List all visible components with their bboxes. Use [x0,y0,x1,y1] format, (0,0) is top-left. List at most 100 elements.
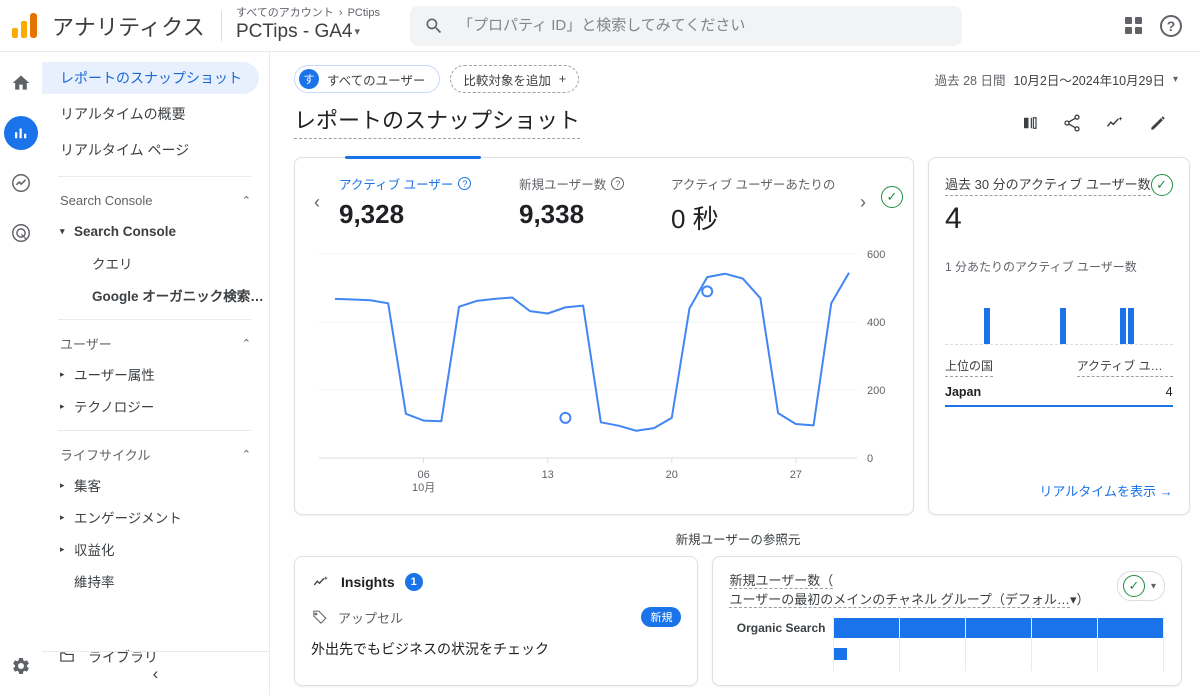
sidebar-item-reports-snapshot[interactable]: レポートのスナップショット [42,62,259,94]
metrics-next-button[interactable]: › [851,174,875,213]
svg-text:20: 20 [666,469,678,481]
date-range-selector[interactable]: 過去 28 日間 10月2日〜2024年10月29日 ▾ [935,70,1182,89]
realtime-bar-slot [1013,281,1021,344]
search-input[interactable] [457,17,948,34]
edit-icon [1151,115,1165,130]
sidebar-item-engagement[interactable]: ▸ エンゲージメント [42,501,269,533]
source-card-title[interactable]: 新規ユーザー数（ ユーザーの最初のメインのチャネル グループ（デフォル…▾） [729,571,1089,609]
realtime-bar-slot [983,281,991,344]
chevron-down-icon: ▾ [1150,580,1156,592]
breadcrumb-property: PCtips [347,7,380,20]
search-bar[interactable] [409,5,962,46]
insights-button[interactable] [1104,113,1126,133]
triangle-down-icon: ▾ [60,225,65,236]
column-header-country[interactable]: 上位の国 [945,357,994,377]
date-range-preset: 過去 28 日間 [934,73,1006,88]
metrics-strip: ‹ アクティブ ユーザー ? 9,328 新規ユーザー数 ? 9,338 アクテ… [295,156,913,236]
realtime-bar-slot [1165,281,1173,344]
divider [58,430,251,431]
realtime-bar-slot [1158,281,1166,344]
chevron-up-icon: ⌃ [241,194,251,207]
sidebar-group-user[interactable]: ユーザー ⌃ [42,328,269,358]
sidebar-collapse-button[interactable]: ‹ [42,651,269,695]
help-icon[interactable]: ? [458,177,472,190]
bar-row-partial [729,641,1165,667]
chevron-up-icon: ⌃ [241,448,251,461]
bar-row: Organic Search [729,615,1165,641]
rail-item-home[interactable] [4,66,38,100]
audience-chip-label: すべてのユーザー [327,73,426,88]
sidebar-item-retention[interactable]: 維持率 [42,565,269,597]
body: レポートのスナップショット リアルタイムの概要 リアルタイム ページ Searc… [0,52,1200,695]
sidebar-item-realtime-pages[interactable]: リアルタイム ページ [42,134,259,166]
page-title-row: レポートのスナップショット [270,92,1200,145]
triangle-right-icon: ▸ [60,543,65,554]
help-icon[interactable]: ? [1160,14,1182,37]
realtime-bar-slot [1127,281,1135,344]
metrics-prev-button[interactable]: ‹ [305,174,329,213]
rail-item-explore[interactable] [4,166,38,200]
main-content: す すべてのユーザー 比較対象を追加 + 過去 28 日間 10月2日〜2024… [270,52,1200,695]
realtime-value: 4 [945,202,962,235]
sidebar-group-search-console[interactable]: Search Console ⌃ [42,185,269,215]
insights-card: Insights 1 アップセル 新規 外出先でもビジネスの状況をチェック [294,556,699,686]
sidebar-group-label: Search Console [60,192,153,208]
sidebar-item-search-console[interactable]: ▾ Search Console [42,215,269,247]
property-name[interactable]: PCTips - GA4 ▾ [236,20,386,44]
view-realtime-link[interactable]: リアルタイムを表示 → [945,481,1172,500]
metric-value: 9,328 [339,199,405,229]
report-toolbar: す すべてのユーザー 比較対象を追加 + 過去 28 日間 10月2日〜2024… [270,52,1200,93]
sidebar-item-acquisition[interactable]: ▸ 集客 [42,469,269,501]
view-realtime-label: リアルタイムを表示 [1039,484,1156,499]
audience-chip[interactable]: す すべてのユーザー [294,65,441,93]
realtime-bar-slot [991,281,999,344]
customize-report-button[interactable] [1020,114,1040,132]
realtime-bar-slot [1082,281,1090,344]
sidebar-item-demographics[interactable]: ▸ ユーザー属性 [42,358,269,390]
advertising-icon [12,224,30,242]
source-title-line1: 新規ユーザー数（ [729,573,834,589]
sidebar-group-label: ユーザー [60,336,112,352]
sidebar-item-monetization[interactable]: ▸ 収益化 [42,533,269,565]
rail-item-settings[interactable] [11,656,31,681]
metric-active-users[interactable]: アクティブ ユーザー ? 9,328 [329,174,509,230]
column-header-users[interactable]: アクティブ ユーザ… [1076,357,1173,377]
sidebar-item-google-organic[interactable]: Google オーガニック検索レ… [42,279,269,311]
sidebar-item-queries[interactable]: クエリ [42,247,269,279]
active-users-line-chart: 0 200 400 600 06 13 20 27 10月 [295,236,913,515]
date-range-value: 10月2日〜2024年10月29日 [1013,73,1165,88]
rail-item-reports[interactable] [4,116,38,150]
property-selector[interactable]: すべてのアカウント › PCtips PCTips - GA4 ▾ [236,6,386,44]
bar-fill [833,618,1164,638]
sidebar-item-realtime-overview[interactable]: リアルタイムの概要 [42,98,259,130]
triangle-right-icon: ▸ [60,479,65,490]
source-title-line2: ユーザーの最初のメインのチャネル グループ（デフォル… [729,592,1070,608]
rail-item-advertising[interactable] [4,216,38,250]
top-cards-row: ‹ アクティブ ユーザー ? 9,328 新規ユーザー数 ? 9,338 アクテ… [294,156,1190,515]
country-name: Japan [945,385,982,399]
sidebar-item-label: ユーザー属性 [74,368,155,383]
metric-label: 新規ユーザー数 ? [519,174,651,193]
source-card-controls[interactable]: ✓ ▾ [1116,571,1165,601]
sidebar-item-label: レポートのスナップショット [60,70,242,86]
status-badge[interactable]: ✓ [881,186,903,208]
realtime-bar-slot [975,281,983,344]
page-title[interactable]: レポートのスナップショット [294,106,581,139]
realtime-bar-slot [945,281,953,344]
active-metric-underline [345,156,481,159]
insight-tag-label: アップセル [338,610,404,626]
sidebar-item-tech[interactable]: ▸ テクノロジー [42,390,269,422]
share-button[interactable] [1062,113,1082,133]
chevron-down-icon: ▾ [354,26,361,39]
metric-avg-engagement[interactable]: アクティブ ユーザーあたりの 0 秒 [661,174,851,236]
realtime-card: 過去 30 分のアクティブ ユーザー数 4 ✓ 1 分あたりのアクティブ ユーザ… [928,157,1190,515]
realtime-bars-label: 1 分あたりのアクティブ ユーザー数 [945,260,1137,274]
sidebar-nav: レポートのスナップショット リアルタイムの概要 リアルタイム ページ Searc… [42,52,270,695]
add-comparison-chip[interactable]: 比較対象を追加 + [450,65,580,93]
sidebar-group-lifecycle[interactable]: ライフサイクル ⌃ [42,439,269,469]
edit-button[interactable] [1148,113,1168,133]
help-icon[interactable]: ? [611,177,625,190]
metric-new-users[interactable]: 新規ユーザー数 ? 9,338 [509,174,661,230]
apps-grid-icon[interactable] [1125,17,1142,34]
status-badge[interactable]: ✓ [1150,174,1173,196]
